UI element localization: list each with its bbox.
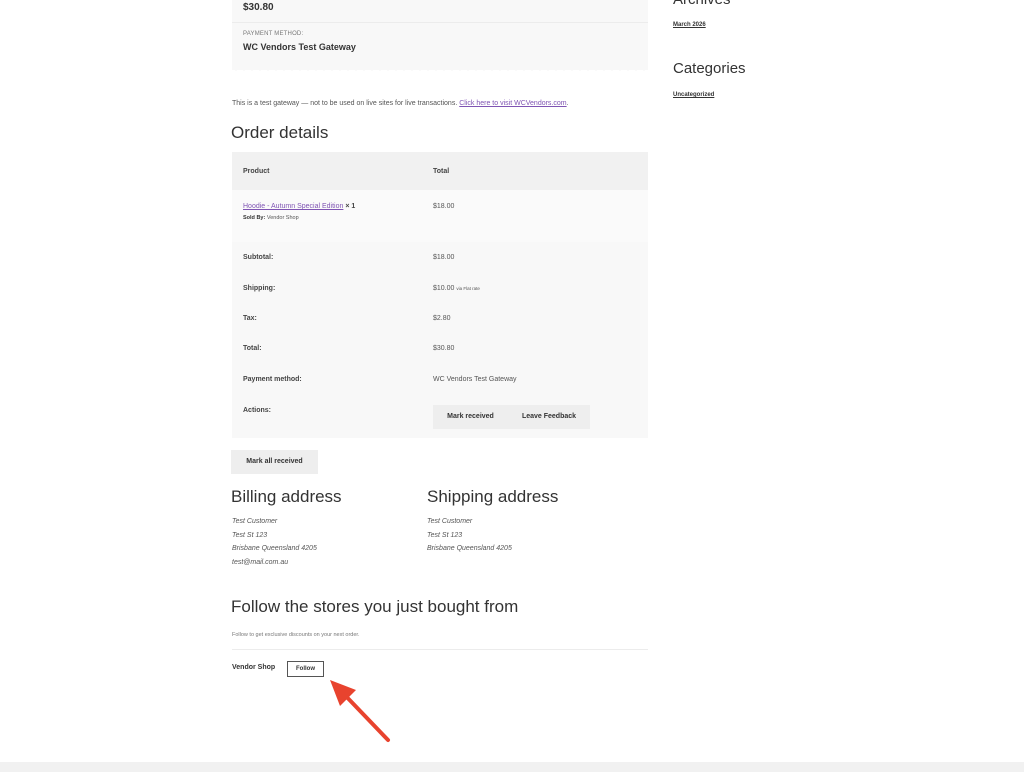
- shipping-address-title: Shipping address: [427, 487, 559, 506]
- billing-line: Test St 123: [232, 531, 268, 539]
- table-header-row: Product Total: [232, 152, 648, 190]
- header-total: Total: [433, 168, 450, 175]
- divider: [232, 649, 648, 650]
- payment-method-row-value: WC Vendors Test Gateway: [433, 376, 517, 383]
- total-value: $30.80: [433, 345, 455, 352]
- billing-address: Test Customer Test St 123 Brisbane Queensl…: [232, 515, 317, 569]
- actions-label: Actions:: [243, 407, 271, 414]
- subtotal-label: Subtotal:: [243, 254, 274, 261]
- billing-address-title: Billing address: [231, 487, 342, 506]
- vendor-name: Vendor Shop: [232, 664, 276, 671]
- payment-method-row-label: Payment method:: [243, 376, 302, 383]
- archive-link-march-2026[interactable]: March 2026: [673, 22, 706, 28]
- gateway-note: This is a test gateway — not to be used …: [232, 100, 569, 107]
- gateway-note-period: .: [566, 100, 569, 107]
- divider: [232, 22, 648, 23]
- shipping-label: Shipping:: [243, 285, 276, 292]
- payment-method-label: PAYMENT METHOD:: [243, 31, 304, 37]
- shipping-method-note: via Flat rate: [456, 286, 480, 291]
- billing-line: Test Customer: [232, 518, 278, 525]
- product-link[interactable]: Hoodie - Autumn Special Edition: [243, 203, 343, 210]
- shipping-line: Brisbane Queensland 4205: [427, 545, 512, 552]
- overview-total: $30.80: [243, 2, 274, 13]
- gateway-note-text: This is a test gateway — not to be used …: [232, 100, 460, 107]
- shipping-value: $10.00: [433, 285, 455, 292]
- sold-by-vendor: Vendor Shop: [266, 215, 299, 221]
- zigzag-edge: [232, 66, 648, 71]
- follow-button[interactable]: Follow: [287, 661, 324, 677]
- follow-note: Follow to get exclusive discounts on you…: [232, 632, 360, 638]
- product-cell: Hoodie - Autumn Special Edition × 1: [243, 203, 355, 210]
- billing-email: test@mail.com.au: [232, 558, 289, 566]
- leave-feedback-button[interactable]: Leave Feedback: [508, 405, 590, 429]
- order-details-title: Order details: [231, 123, 329, 142]
- category-link-uncategorized[interactable]: Uncategorized: [673, 92, 714, 98]
- mark-all-received-button[interactable]: Mark all received: [231, 450, 318, 474]
- shipping-address: Test Customer Test St 123 Brisbane Queensl…: [427, 515, 512, 556]
- archives-title: Archives: [673, 0, 731, 8]
- red-arrow-icon: [330, 680, 390, 742]
- follow-title: Follow the stores you just bought from: [231, 597, 519, 616]
- footer: [0, 762, 1024, 772]
- categories-title: Categories: [673, 60, 746, 77]
- table-row: Payment method: WC Vendors Test Gateway: [232, 371, 648, 401]
- table-row: Hoodie - Autumn Special Edition × 1 Sold…: [232, 190, 648, 242]
- tax-value: $2.80: [433, 315, 451, 322]
- item-total: $18.00: [433, 203, 455, 210]
- billing-line: Brisbane Queensland 4205: [232, 545, 317, 552]
- wcvendors-link[interactable]: Click here to visit WCVendors.com: [459, 100, 566, 107]
- order-overview: $30.80 PAYMENT METHOD: WC Vendors Test G…: [232, 0, 648, 70]
- total-label: Total:: [243, 345, 262, 352]
- sold-by: Sold By: Vendor Shop: [243, 215, 299, 221]
- payment-method-value: WC Vendors Test Gateway: [243, 42, 356, 52]
- shipping-line: Test St 123: [427, 531, 463, 539]
- product-quantity: × 1: [345, 203, 356, 210]
- tax-label: Tax:: [243, 315, 257, 322]
- mark-received-button[interactable]: Mark received: [433, 405, 508, 429]
- table-row: Shipping: $10.00 via Flat rate: [232, 279, 648, 309]
- header-product: Product: [243, 168, 270, 175]
- table-row: Total: $30.80: [232, 340, 648, 370]
- table-row: Subtotal: $18.00: [232, 248, 648, 278]
- shipping-value-cell: $10.00 via Flat rate: [433, 285, 480, 292]
- subtotal-value: $18.00: [433, 254, 455, 261]
- shipping-line: Test Customer: [427, 518, 473, 525]
- order-details-table: Product Total Hoodie - Autumn Special Ed…: [232, 152, 648, 438]
- table-row: Tax: $2.80: [232, 310, 648, 340]
- sold-by-label: Sold By:: [243, 215, 266, 221]
